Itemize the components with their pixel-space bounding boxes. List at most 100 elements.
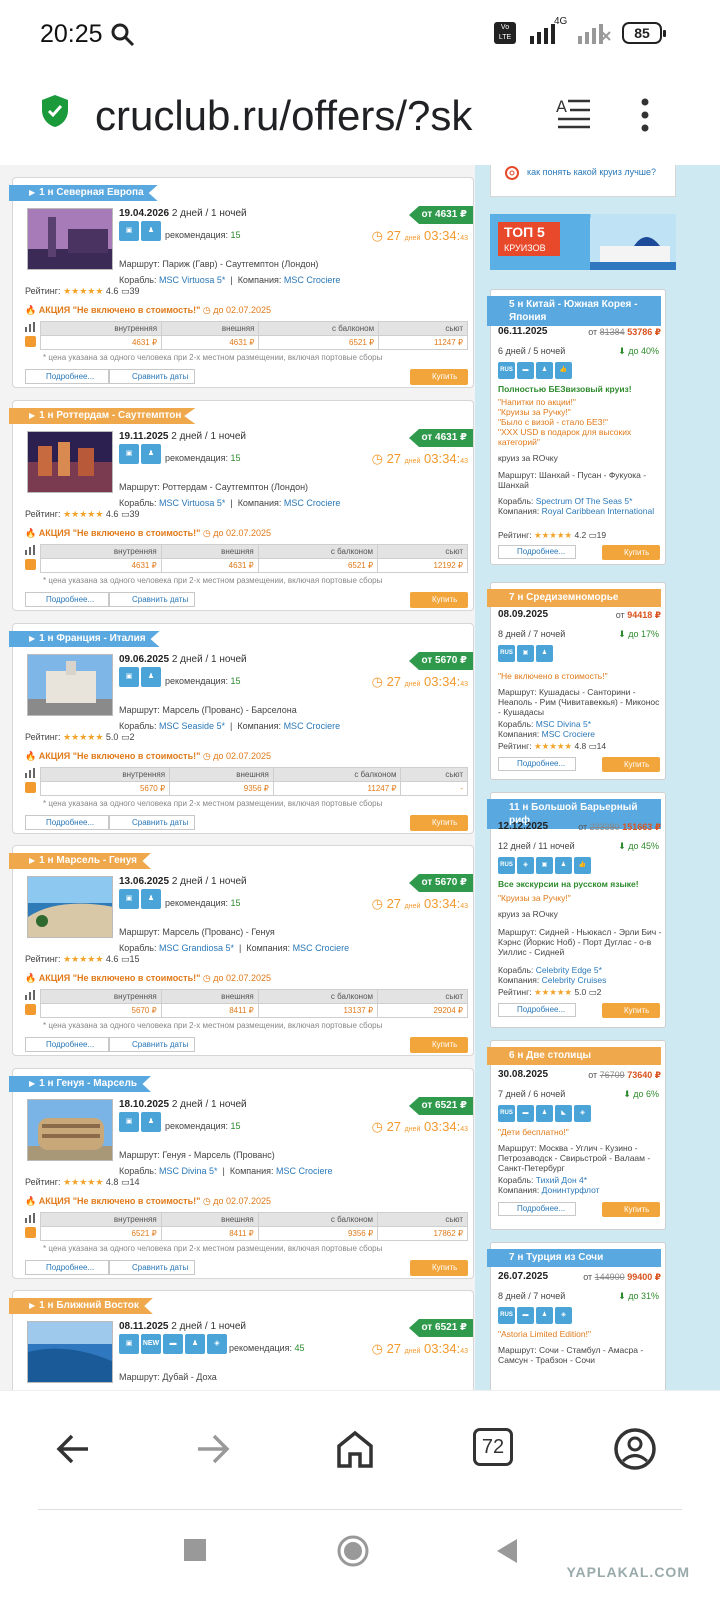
offer-ship: Корабль: MSC Grandiosa 5* | Компания: MS… [119, 943, 350, 953]
side-offer-title[interactable]: 7 н Турция из Сочи [487, 1249, 661, 1267]
buy-button[interactable]: Купить [602, 545, 660, 560]
expand-icon[interactable] [25, 782, 36, 793]
family-icon: ♟ [141, 221, 161, 241]
ship-icon: ▬ [517, 362, 534, 379]
buy-button[interactable]: Купить [602, 1003, 660, 1018]
status-time: 20:25 [40, 20, 103, 48]
expand-icon[interactable] [25, 1004, 36, 1015]
side-offer-price: от 81384 53786 ₽ [588, 327, 661, 337]
offer-route: Маршрут: Париж (Гавр) - Саутгемптон (Лон… [119, 259, 319, 269]
chart-icon[interactable] [25, 322, 36, 332]
compare-dates-button[interactable]: Сравнить даты [109, 1037, 195, 1052]
buy-button[interactable]: Купить [602, 757, 660, 772]
details-button[interactable]: Подробнее... [25, 1037, 109, 1052]
offer-title[interactable]: ▶ 1 н Марсель - Генуя [9, 853, 151, 869]
network-type: 4G [554, 16, 568, 27]
price-tag[interactable]: от 6521 ₽ [409, 1097, 473, 1115]
details-button[interactable]: Подробнее... [498, 757, 576, 771]
buy-button[interactable]: Купить [410, 1260, 468, 1276]
price-note: * цена указана за одного человека при 2-… [43, 1244, 383, 1253]
family-icon: ♟ [536, 1307, 553, 1324]
price-tag[interactable]: от 5670 ₽ [409, 874, 473, 892]
fire-icon: 🔥 [25, 973, 37, 983]
ticket-icon: ◈ [207, 1334, 227, 1354]
side-offer-title[interactable]: 7 н Средиземноморье [487, 589, 661, 607]
recents-icon[interactable] [183, 1538, 207, 1562]
offer-title[interactable]: ▶ 1 н Роттердам - Саутгемптон [9, 408, 196, 424]
offer-photo[interactable] [27, 1099, 113, 1161]
offer-title[interactable]: ▶ 1 н Северная Европа [9, 185, 158, 201]
offer-photo[interactable] [27, 208, 113, 270]
ship-icon: ▬ [163, 1334, 183, 1354]
details-button[interactable]: Подробнее... [498, 1003, 576, 1017]
reader-mode-icon[interactable]: A [556, 96, 592, 130]
compare-dates-button[interactable]: Сравнить даты [109, 369, 195, 384]
promo[interactable]: 🔥 АКЦИЯ "Не включено в стоимость!" ◷ до … [25, 305, 271, 316]
help-box[interactable]: как понять какой круиз лучше? [490, 165, 676, 197]
details-button[interactable]: Подробнее... [498, 1202, 576, 1216]
tabs-button[interactable]: 72 [473, 1428, 513, 1466]
price-tag[interactable]: от 4631 ₽ [409, 206, 473, 224]
promo[interactable]: 🔥 АКЦИЯ "Не включено в стоимость!" ◷ до … [25, 1196, 271, 1207]
details-button[interactable]: Подробнее... [25, 369, 109, 384]
side-offer-price: от 94418 ₽ [615, 610, 661, 620]
web-viewport[interactable]: ▶ 1 н Северная Европа 19.04.2026 2 дней /… [0, 165, 720, 1390]
url-bar[interactable]: cruclub.ru/offers/?sk A [0, 70, 720, 165]
clock-icon: ◷ [371, 1119, 383, 1134]
promo[interactable]: 🔥 АКЦИЯ "Не включено в стоимость!" ◷ до … [25, 973, 271, 984]
chart-icon[interactable] [25, 768, 36, 778]
back-icon[interactable] [48, 1424, 98, 1474]
home-icon[interactable] [330, 1424, 380, 1474]
buy-button[interactable]: Купить [602, 1202, 660, 1217]
details-button[interactable]: Подробнее... [25, 815, 109, 830]
side-offer-title[interactable]: 5 н Китай - Южная Корея - Япония [487, 296, 661, 326]
offer-title[interactable]: ▶ 1 н Франция - Италия [9, 631, 160, 647]
details-button[interactable]: Подробнее... [25, 592, 109, 607]
buy-button[interactable]: Купить [410, 369, 468, 385]
price-tag[interactable]: от 5670 ₽ [409, 652, 473, 670]
profile-icon[interactable] [610, 1424, 660, 1474]
offer-ship: Корабль: MSC Seaside 5* | Компания: MSC … [119, 721, 341, 731]
bus-icon: ▣ [119, 444, 139, 464]
side-offer-card: 11 н Большой Барьерный риф 12.12.2025 от… [487, 792, 666, 1028]
bus-icon: ▣ [119, 1334, 139, 1354]
price-note: * цена указана за одного человека при 2-… [43, 576, 383, 585]
offer-title[interactable]: ▶ 1 н Ближний Восток [9, 1298, 153, 1314]
bus-icon: ▣ [536, 857, 553, 874]
home-button-icon[interactable] [336, 1534, 370, 1568]
price-tag[interactable]: от 4631 ₽ [409, 429, 473, 447]
offer-ship: Корабль: MSC Divina 5* | Компания: MSC C… [119, 1166, 333, 1176]
expand-icon[interactable] [25, 559, 36, 570]
compare-dates-button[interactable]: Сравнить даты [109, 815, 195, 830]
details-button[interactable]: Подробнее... [25, 1260, 109, 1275]
back-button-icon[interactable] [495, 1537, 519, 1565]
offer-photo[interactable] [27, 876, 113, 938]
chart-icon[interactable] [25, 545, 36, 555]
details-button[interactable]: Подробнее... [498, 545, 576, 559]
url-text[interactable]: cruclub.ru/offers/?sk [95, 92, 535, 140]
side-offer-title[interactable]: 6 н Две столицы [487, 1047, 661, 1065]
buy-button[interactable]: Купить [410, 815, 468, 831]
offer-photo[interactable] [27, 1321, 113, 1383]
chart-icon[interactable] [25, 990, 36, 1000]
compare-dates-button[interactable]: Сравнить даты [109, 1260, 195, 1275]
top5-banner[interactable]: ТОП 5 КРУИЗОВ [490, 214, 676, 270]
more-menu-icon[interactable] [640, 98, 650, 132]
promo[interactable]: 🔥 АКЦИЯ "Не включено в стоимость!" ◷ до … [25, 751, 271, 762]
expand-icon[interactable] [25, 336, 36, 347]
offer-photo[interactable] [27, 431, 113, 493]
buy-button[interactable]: Купить [410, 592, 468, 608]
promo[interactable]: 🔥 АКЦИЯ "Не включено в стоимость!" ◷ до … [25, 528, 271, 539]
offer-title[interactable]: ▶ 1 н Генуя - Марсель [9, 1076, 151, 1092]
bus-icon: ▣ [119, 1112, 139, 1132]
expand-icon[interactable] [25, 1227, 36, 1238]
buy-button[interactable]: Купить [410, 1037, 468, 1053]
compare-dates-button[interactable]: Сравнить даты [109, 592, 195, 607]
offer-photo[interactable] [27, 654, 113, 716]
price-tag[interactable]: от 6521 ₽ [409, 1319, 473, 1337]
forward-icon[interactable] [188, 1424, 238, 1474]
chart-icon[interactable] [25, 1213, 36, 1223]
recommendation: рекомендация: 15 [165, 1121, 241, 1131]
offer-route: Маршрут: Роттердам - Саутгемптон (Лондон… [119, 482, 309, 492]
help-link[interactable]: как понять какой круиз лучше? [527, 167, 656, 177]
